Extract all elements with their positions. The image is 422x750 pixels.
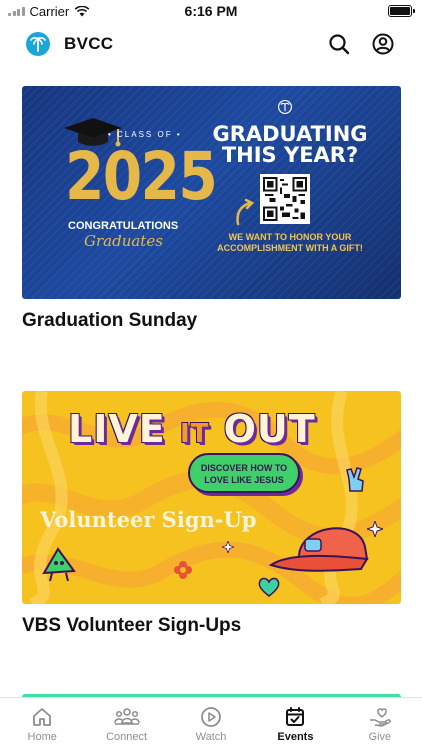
status-time: 6:16 PM — [184, 3, 238, 19]
app-title: BVCC — [64, 34, 114, 53]
app-header: BVCC — [0, 24, 422, 64]
calendar-icon — [286, 707, 305, 726]
live-word: LIVE — [68, 407, 166, 451]
it-word: IT — [179, 419, 210, 449]
tab-home[interactable]: Home — [0, 698, 84, 750]
congratulations-label: CONGRATULATIONS — [68, 220, 179, 232]
tab-label: Home — [27, 731, 57, 743]
status-bar: Carrier 6:16 PM — [0, 0, 422, 22]
bvcc-logo-icon — [278, 100, 292, 114]
sparkle-icon — [367, 521, 383, 537]
event-title[interactable]: Graduation Sunday — [22, 310, 401, 332]
event-card-vbs[interactable]: LIVE IT OUT DISCOVER HOW TO LOVE LIKE JE… — [22, 391, 401, 637]
event-card-graduation[interactable]: • CLASS OF • 2025 CONGRATULATIONS Gradua… — [22, 86, 401, 332]
tab-watch[interactable]: Watch — [169, 698, 253, 750]
events-feed: • CLASS OF • 2025 CONGRATULATIONS Gradua… — [22, 86, 401, 637]
graduates-label: Graduates — [84, 232, 163, 250]
graduating-headline: GRADUATING THIS YEAR? — [212, 122, 368, 167]
peace-hand-icon — [346, 467, 364, 492]
tab-label: Events — [277, 731, 314, 743]
tab-connect[interactable]: Connect — [84, 698, 168, 750]
give-heart-icon — [369, 708, 391, 727]
graduation-banner-image[interactable]: • CLASS OF • 2025 CONGRATULATIONS Gradua… — [22, 86, 401, 299]
home-icon — [33, 708, 52, 726]
vbs-banner-image[interactable]: LIVE IT OUT DISCOVER HOW TO LOVE LIKE JE… — [22, 391, 401, 604]
tab-label: Give — [368, 731, 392, 743]
volunteer-signup-label: Volunteer Sign-Up — [40, 507, 257, 532]
out-word: OUT — [223, 407, 316, 451]
heart-icon — [258, 577, 280, 597]
flower-icon — [174, 561, 192, 579]
play-icon — [201, 707, 221, 727]
tab-events[interactable]: Events — [253, 698, 337, 750]
tab-label: Connect — [106, 731, 148, 743]
baseball-cap-icon — [269, 527, 369, 572]
curved-arrow-icon — [236, 198, 255, 226]
qr-code-image — [260, 174, 310, 224]
honor-subline: WE WANT TO HONOR YOUR ACCOMPLISHMENT WIT… — [217, 232, 363, 253]
tab-label: Watch — [195, 731, 227, 743]
tagline-bubble: DISCOVER HOW TO LOVE LIKE JESUS — [188, 453, 300, 493]
bvcc-logo-icon — [26, 32, 50, 56]
search-icon — [329, 34, 350, 55]
tent-character-icon — [42, 547, 76, 582]
account-icon — [372, 33, 394, 55]
sparkle-icon — [222, 541, 234, 553]
event-title[interactable]: VBS Volunteer Sign-Ups — [22, 615, 401, 637]
tab-give[interactable]: Give — [338, 698, 422, 750]
people-icon — [113, 708, 140, 725]
graduation-year: 2025 — [65, 138, 218, 215]
account-button[interactable] — [370, 31, 396, 57]
tab-bar: Home Connect Watch Events Give — [0, 697, 422, 750]
live-it-out-title: LIVE IT OUT — [68, 407, 316, 451]
battery-icon — [388, 5, 415, 17]
search-button[interactable] — [326, 31, 352, 57]
